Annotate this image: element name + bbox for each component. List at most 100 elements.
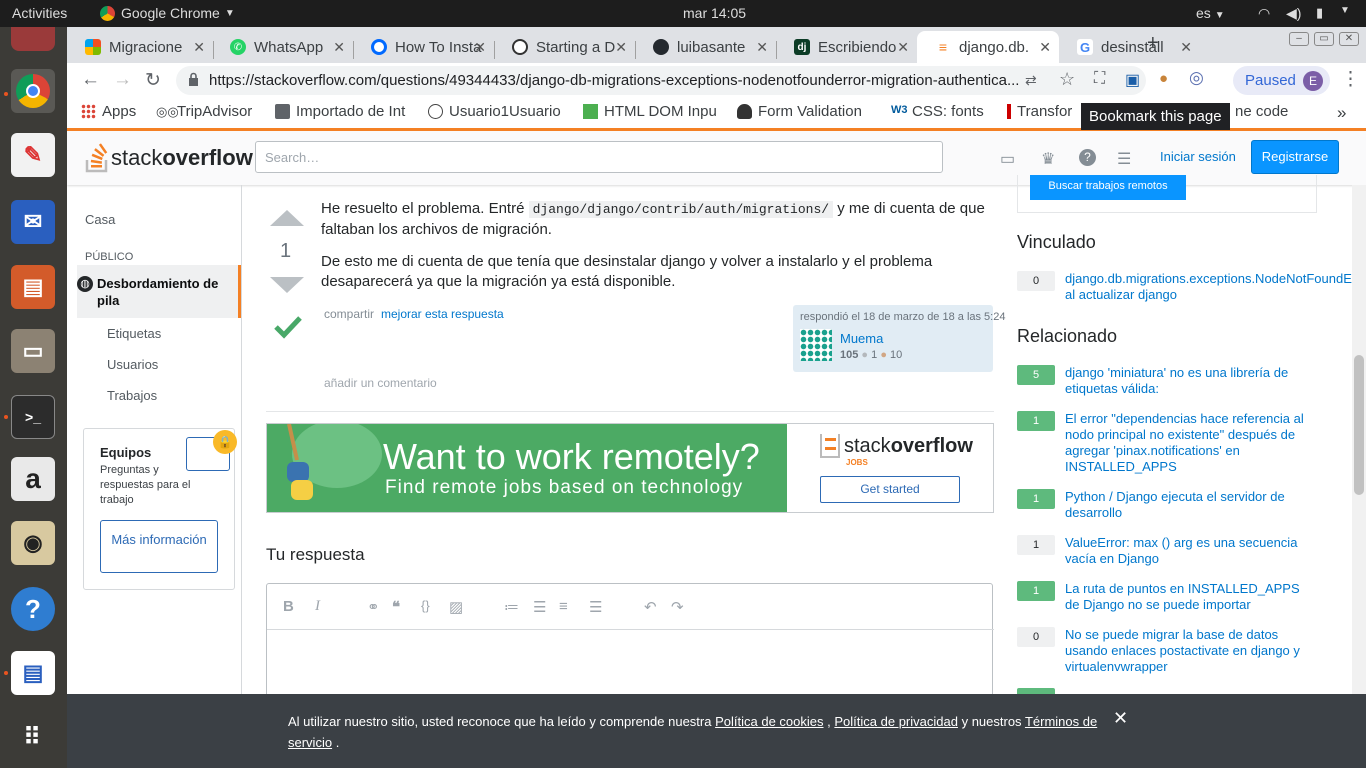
related-title-link[interactable]: django 'miniatura' no es una librería de… [1065,365,1317,397]
nav-home[interactable]: Casa [85,212,115,227]
nav-users[interactable]: Usuarios [107,357,158,372]
user-name-link[interactable]: Muema [840,331,883,346]
related-item[interactable]: 1 Python / Django ejecuta el servidor de … [1017,489,1317,529]
related-title-link[interactable]: El error "dependencias hace referencia a… [1065,411,1317,475]
signup-button[interactable]: Registrarse [1251,140,1339,174]
downvote-button[interactable] [270,277,304,293]
menu-kebab-icon[interactable]: ⋮ [1341,68,1360,91]
undo-icon[interactable]: ↶ [644,598,657,616]
link-icon[interactable]: ⚭ [367,598,380,616]
chrome-launcher-icon[interactable] [11,69,55,113]
minimize-button[interactable]: – [1289,32,1309,46]
writer-launcher-icon[interactable]: ▤ [11,651,55,695]
accepted-check-icon[interactable] [274,315,302,339]
blockquote-icon[interactable]: ❝ [392,598,400,616]
tab-2[interactable]: How To Insta ✕ [353,31,494,63]
close-icon[interactable]: ✕ [615,39,627,56]
profile-button[interactable]: Paused E [1233,66,1330,95]
tab-4[interactable]: luibasante ✕ [635,31,776,63]
language-indicator[interactable]: es ▼ [1196,5,1225,21]
amazon-launcher-icon[interactable]: a [11,457,55,501]
nav-stackoverflow-active[interactable]: ◍ Desbordamiento de pila [77,265,241,318]
page-scrollbar[interactable] [1352,185,1366,768]
rhythmbox-launcher-icon[interactable]: ◉ [11,521,55,565]
inbox-icon[interactable]: ▭ [1000,149,1015,169]
bookmark-code[interactable]: ne code [1235,103,1305,120]
cookie-policy-link[interactable]: Política de cookies [715,714,823,729]
italic-icon[interactable]: I [315,598,320,615]
search-input[interactable]: Search… [255,141,943,173]
tab-5[interactable]: dj Escribiendo ✕ [776,31,917,63]
forward-button[interactable]: → [113,69,132,91]
related-title-link[interactable]: ValueError: max () arg es una secuencia … [1065,535,1317,567]
cookie-extension-icon[interactable]: ● [1159,70,1168,87]
tab-6-active[interactable]: ≡ django.db. ✕ [917,31,1059,63]
bookmark-cssfonts[interactable]: W3 CSS: fonts [891,103,984,120]
close-icon[interactable]: ✕ [193,39,205,56]
login-link[interactable]: Iniciar sesión [1160,149,1236,164]
close-icon[interactable]: ✕ [897,39,909,56]
code-icon[interactable]: {} [421,598,430,613]
bookmark-apps[interactable]: Apps [81,103,136,120]
related-item[interactable]: 1 El error "dependencias hace referencia … [1017,411,1317,474]
upvote-button[interactable] [270,210,304,226]
address-bar[interactable]: https://stackoverflow.com/questions/4934… [176,66,1146,95]
more-bookmarks-icon[interactable]: » [1337,103,1346,123]
translate-icon[interactable]: ⇄ [1025,72,1037,89]
back-button[interactable]: ← [81,69,100,91]
achievements-icon[interactable]: ♛ [1041,149,1055,169]
media-icon[interactable]: ⛶ [1094,70,1105,88]
tab-7[interactable]: Gdesinstall ✕ [1059,31,1200,63]
close-icon[interactable]: ✕ [1039,39,1051,56]
nav-tags[interactable]: Etiquetas [107,326,161,341]
scrollbar-thumb[interactable] [1354,355,1364,495]
help-icon[interactable]: ? [1079,149,1096,166]
bold-icon[interactable]: B [283,598,294,615]
reader-extension-icon[interactable]: ▣ [1125,70,1140,90]
horizontal-rule-icon[interactable]: ☰ [589,598,602,616]
share-link[interactable]: compartir [324,307,374,321]
system-menu-caret-icon[interactable]: ▼ [1340,5,1350,16]
bookmark-tripadvisor[interactable]: ◎◎ TripAdvisor [156,103,252,120]
related-item[interactable]: 1 La ruta de puntos en INSTALLED_APPS de … [1017,581,1317,621]
terminal-launcher-icon[interactable]: >_ [11,395,55,439]
close-icon[interactable]: ✕ [333,39,345,56]
close-icon[interactable]: ✕ [1180,39,1192,56]
image-icon[interactable]: ▨ [449,598,463,616]
ad-cta-button[interactable]: Get started [820,476,960,503]
app-icon-partial[interactable] [11,27,55,51]
bookmark-imported[interactable]: Importado de Int [275,103,413,120]
app-menu[interactable]: Google Chrome ▼ [100,5,235,21]
related-title-link[interactable]: No se puede migrar la base de datos usan… [1065,627,1317,675]
extension-icon[interactable]: ◎ [1189,68,1204,88]
close-icon[interactable]: ✕ [756,39,768,56]
close-window-button[interactable]: ✕ [1339,32,1359,46]
improve-answer-link[interactable]: mejorar esta respuesta [381,307,504,321]
activities-button[interactable]: Activities [12,5,67,21]
linked-title-link[interactable]: django.db.migrations.exceptions.NodeNotF… [1065,271,1366,303]
text-editor-launcher-icon[interactable]: ✎ [11,133,55,177]
heading-icon[interactable]: ≡ [559,598,568,615]
bulleted-list-icon[interactable]: ☰ [533,598,546,616]
bookmark-usuario[interactable]: Usuario1Usuario [428,103,566,120]
related-item[interactable]: 5 django 'miniatura' no es una librería d… [1017,365,1317,405]
privacy-policy-link[interactable]: Política de privacidad [834,714,958,729]
related-title-link[interactable]: La ruta de puntos en INSTALLED_APPS de D… [1065,581,1317,613]
related-item[interactable]: 0 No se puede migrar la base de datos usa… [1017,627,1317,674]
bookmark-formvalidation[interactable]: Form Validation [737,103,871,120]
close-icon[interactable]: ✕ [1113,708,1128,729]
files-launcher-icon[interactable]: ▭ [11,329,55,373]
add-comment-link[interactable]: añadir un comentario [324,376,437,390]
help-launcher-icon[interactable]: ? [11,587,55,631]
close-icon[interactable]: ✕ [474,39,486,56]
battery-icon[interactable]: ▮ [1316,5,1323,21]
bookmark-star-icon[interactable]: ☆ [1059,69,1075,90]
bookmark-transform[interactable]: Transfor [1007,103,1082,120]
maximize-button[interactable]: ▭ [1314,32,1334,46]
related-item[interactable]: 1 ValueError: max () arg es una secuencia… [1017,535,1317,575]
remote-jobs-button[interactable]: Buscar trabajos remotos [1030,175,1186,200]
bookmark-htmldom[interactable]: HTML DOM Inpu [583,103,719,120]
clock[interactable]: mar 14:05 [683,5,746,21]
nav-jobs[interactable]: Trabajos [107,388,157,403]
tab-1[interactable]: ✆ WhatsApp ✕ [212,31,353,63]
